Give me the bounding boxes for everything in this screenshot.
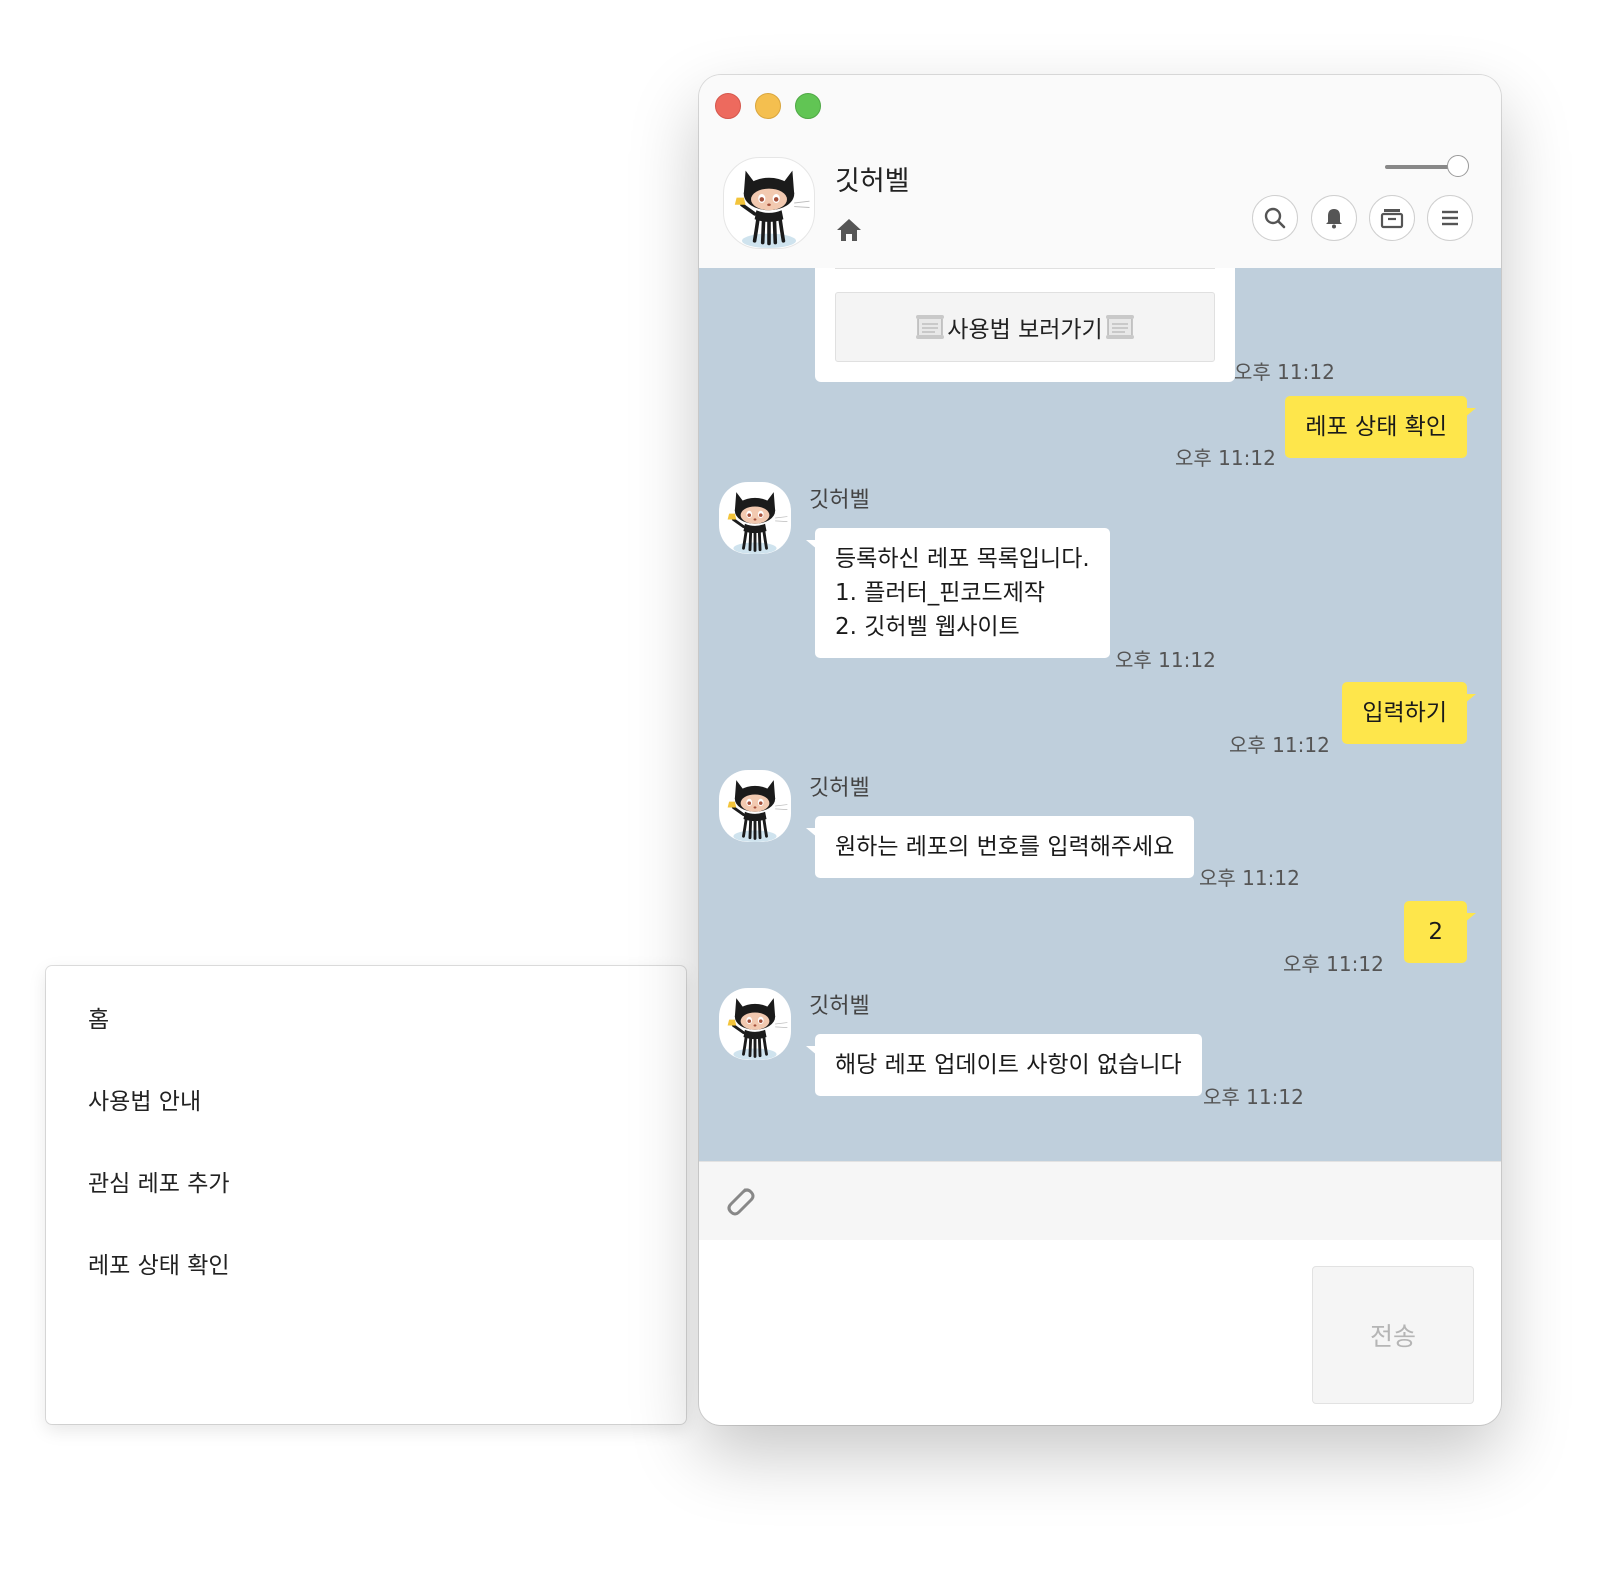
message-line: 1. 플러터_핀코드제작 — [835, 580, 1046, 606]
menu-item-home[interactable]: 홈 — [88, 1000, 109, 1034]
scroll-icon — [915, 314, 945, 340]
message-line: 2. 깃허벨 웹사이트 — [835, 614, 1020, 640]
usage-guide-card-button[interactable]: 사용법 보러가기 — [835, 292, 1215, 362]
close-window-button[interactable] — [715, 93, 741, 119]
message-input[interactable] — [719, 1260, 1283, 1404]
chat-window: 깃허벨 사용법 보러가기 오후 11:12 오후 11:12 레포 상태 확인 … — [699, 75, 1501, 1425]
sender-name: 깃허벨 — [809, 776, 870, 801]
message-time: 오후 11:12 — [1234, 360, 1335, 384]
paperclip-icon[interactable] — [719, 1180, 759, 1220]
message-list[interactable]: 사용법 보러가기 오후 11:12 오후 11:12 레포 상태 확인 깃허벨 … — [699, 268, 1501, 1161]
card-button-previous[interactable] — [835, 268, 1215, 269]
my-message-bubble[interactable]: 레포 상태 확인 — [1285, 396, 1476, 458]
quick-menu-panel: 홈 사용법 안내 관심 레포 추가 레포 상태 확인 — [46, 966, 686, 1424]
bot-avatar[interactable] — [719, 988, 791, 1060]
drawer-button[interactable] — [1369, 195, 1415, 241]
message-time: 오후 11:12 — [1199, 866, 1300, 890]
composer: 전송 — [699, 1240, 1501, 1425]
message-time: 오후 11:12 — [1229, 733, 1330, 757]
message-line: 등록하신 레포 목록입니다. — [835, 546, 1090, 572]
search-button[interactable] — [1252, 195, 1298, 241]
maximize-window-button[interactable] — [795, 93, 821, 119]
scroll-icon — [1105, 314, 1135, 340]
message-time: 오후 11:12 — [1283, 952, 1384, 976]
menu-button[interactable] — [1427, 195, 1473, 241]
composer-toolbar — [699, 1161, 1501, 1241]
drawer-icon — [1380, 209, 1404, 229]
menu-item-usage-guide[interactable]: 사용법 안내 — [88, 1082, 201, 1116]
chat-header: 깃허벨 — [699, 75, 1501, 269]
chat-avatar[interactable] — [723, 157, 815, 249]
bot-avatar[interactable] — [719, 482, 791, 554]
send-button[interactable]: 전송 — [1312, 1266, 1474, 1404]
my-message-bubble[interactable]: 2 — [1404, 901, 1476, 963]
opacity-slider-knob[interactable] — [1447, 155, 1469, 177]
bot-card-message: 사용법 보러가기 — [815, 268, 1235, 382]
bot-message-bubble[interactable]: 해당 레포 업데이트 사항이 없습니다 — [806, 1034, 1202, 1096]
bell-icon — [1326, 209, 1342, 229]
card-button-label: 사용법 보러가기 — [947, 317, 1103, 343]
menu-icon — [1442, 210, 1458, 226]
bot-message-bubble[interactable]: 원하는 레포의 번호를 입력해주세요 — [805, 816, 1195, 878]
minimize-window-button[interactable] — [755, 93, 781, 119]
message-time: 오후 11:12 — [1115, 648, 1216, 672]
home-icon[interactable] — [835, 217, 863, 243]
search-icon — [1264, 207, 1286, 229]
chat-title: 깃허벨 — [835, 166, 910, 197]
message-time: 오후 11:12 — [1175, 446, 1276, 470]
message-time: 오후 11:12 — [1203, 1085, 1304, 1109]
notification-button[interactable] — [1311, 195, 1357, 241]
bot-avatar[interactable] — [719, 770, 791, 842]
sender-name: 깃허벨 — [809, 488, 870, 513]
sender-name: 깃허벨 — [809, 994, 870, 1019]
opacity-slider-track[interactable] — [1385, 165, 1451, 169]
menu-item-repo-status[interactable]: 레포 상태 확인 — [88, 1246, 230, 1280]
menu-item-add-repo[interactable]: 관심 레포 추가 — [88, 1164, 230, 1198]
my-message-bubble[interactable]: 입력하기 — [1342, 682, 1476, 744]
bot-message-bubble[interactable]: 등록하신 레포 목록입니다. 1. 플러터_핀코드제작 2. 깃허벨 웹사이트 — [806, 528, 1110, 658]
